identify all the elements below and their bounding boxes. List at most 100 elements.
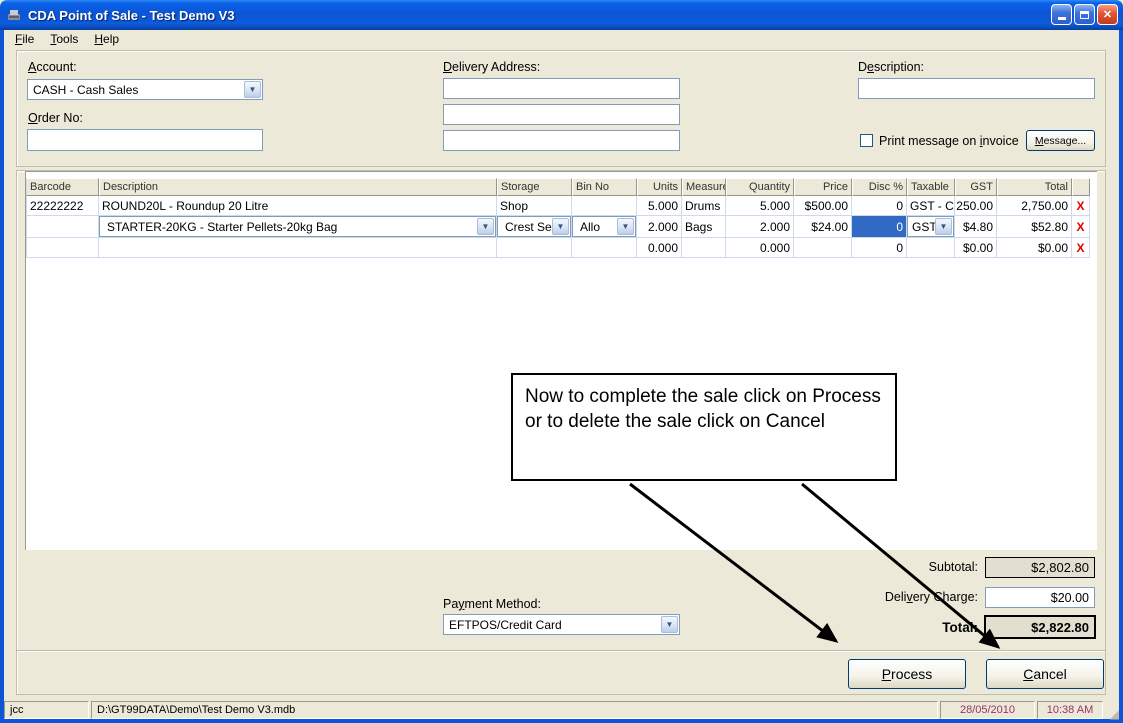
cell-taxable[interactable]: GST ▼ (907, 216, 955, 238)
subtotal-value: $2,802.80 (985, 557, 1095, 578)
cell-gst[interactable]: $4.80 (955, 216, 997, 238)
process-button[interactable]: Process (848, 659, 966, 689)
print-message-checkbox[interactable] (860, 134, 873, 147)
resize-grip[interactable]: ◢ (1105, 701, 1119, 719)
cell-total[interactable]: 2,750.00 (997, 196, 1072, 216)
footer-divider (17, 650, 1105, 652)
storage-select[interactable]: Crest See ▼ (497, 216, 571, 237)
cell-barcode[interactable] (26, 238, 99, 258)
header-gst[interactable]: GST (955, 178, 997, 196)
cell-price[interactable]: $24.00 (794, 216, 852, 238)
chevron-down-icon[interactable]: ▼ (552, 218, 569, 235)
order-no-input[interactable] (27, 129, 263, 151)
table-row: 0.000 0.000 0 $0.00 $0.00 X (26, 238, 1090, 258)
cell-disc-selected[interactable]: 0 (852, 216, 907, 238)
delete-row-button[interactable]: X (1072, 238, 1090, 258)
subtotal-label: Subtotal: (798, 560, 978, 574)
order-no-label: Order No: (28, 111, 83, 125)
cell-measure[interactable]: Bags (682, 216, 726, 238)
menu-item-help[interactable]: Help (87, 31, 126, 47)
cell-quantity[interactable]: 5.000 (726, 196, 794, 216)
delivery-charge-input[interactable]: $20.00 (985, 587, 1095, 608)
cell-units[interactable]: 0.000 (637, 238, 682, 258)
cell-measure[interactable]: Drums (682, 196, 726, 216)
header-taxable[interactable]: Taxable (907, 178, 955, 196)
chevron-down-icon[interactable]: ▼ (477, 218, 494, 235)
cell-description[interactable] (99, 238, 497, 258)
delivery-address-line-1[interactable] (443, 78, 680, 99)
header-barcode[interactable]: Barcode (26, 178, 99, 196)
header-disc[interactable]: Disc % (852, 178, 907, 196)
total-label: Total: (798, 620, 978, 635)
delete-row-button[interactable]: X (1072, 216, 1090, 238)
account-select[interactable]: CASH - Cash Sales ▼ (27, 79, 263, 100)
cell-price[interactable]: $500.00 (794, 196, 852, 216)
table-row: STARTER-20KG - Starter Pellets-20kg Bag … (26, 216, 1090, 238)
description-input[interactable] (858, 78, 1095, 99)
title-bar: CDA Point of Sale - Test Demo V3 ✕ (0, 0, 1123, 30)
message-button[interactable]: Message... (1026, 130, 1095, 151)
cell-price[interactable] (794, 238, 852, 258)
cell-measure[interactable] (682, 238, 726, 258)
cell-storage[interactable]: Crest See ▼ (497, 216, 572, 238)
chevron-down-icon[interactable]: ▼ (935, 218, 952, 235)
cell-total[interactable]: $0.00 (997, 238, 1072, 258)
description-select[interactable]: STARTER-20KG - Starter Pellets-20kg Bag … (99, 216, 496, 237)
description-label: Description: (858, 60, 924, 74)
cancel-button[interactable]: Cancel (986, 659, 1104, 689)
cell-taxable[interactable] (907, 238, 955, 258)
cell-gst[interactable]: 250.00 (955, 196, 997, 216)
cell-bin-no[interactable] (572, 238, 637, 258)
status-bar: jcc D:\GT99DATA\Demo\Test Demo V3.mdb 28… (4, 701, 1119, 719)
header-measure[interactable]: Measure (682, 178, 726, 196)
cell-taxable[interactable]: GST - C (907, 196, 955, 216)
cell-description[interactable]: STARTER-20KG - Starter Pellets-20kg Bag … (99, 216, 497, 238)
callout-text: Now to complete the sale click on Proces… (525, 386, 881, 432)
cell-barcode[interactable]: 22222222 (26, 196, 99, 216)
cell-bin-no[interactable]: Allo ▼ (572, 216, 637, 238)
cell-units[interactable]: 5.000 (637, 196, 682, 216)
cell-gst[interactable]: $0.00 (955, 238, 997, 258)
payment-method-label: Payment Method: (443, 597, 541, 611)
bin-no-select[interactable]: Allo ▼ (572, 216, 636, 237)
menu-item-file[interactable]: File (8, 31, 41, 47)
cell-barcode[interactable] (26, 216, 99, 238)
delete-row-button[interactable]: X (1072, 196, 1090, 216)
minimize-button[interactable] (1051, 4, 1072, 25)
close-button[interactable]: ✕ (1097, 4, 1118, 25)
cell-storage[interactable]: Shop (497, 196, 572, 216)
window-title: CDA Point of Sale - Test Demo V3 (28, 8, 235, 23)
status-user: jcc (4, 701, 89, 719)
delivery-address-line-3[interactable] (443, 130, 680, 151)
header-price[interactable]: Price (794, 178, 852, 196)
cell-disc[interactable]: 0 (852, 196, 907, 216)
account-label: Account: (28, 60, 77, 74)
window-border-left (0, 30, 4, 723)
chevron-down-icon[interactable]: ▼ (244, 81, 261, 98)
cell-description[interactable]: ROUND20L - Roundup 20 Litre (99, 196, 497, 216)
header-description[interactable]: Description (99, 178, 497, 196)
delivery-charge-label: Delivery Charge: (798, 590, 978, 604)
payment-method-select[interactable]: EFTPOS/Credit Card ▼ (443, 614, 680, 635)
header-storage[interactable]: Storage (497, 178, 572, 196)
cell-quantity[interactable]: 2.000 (726, 216, 794, 238)
header-units[interactable]: Units (637, 178, 682, 196)
header-quantity[interactable]: Quantity (726, 178, 794, 196)
maximize-button[interactable] (1074, 4, 1095, 25)
cell-storage[interactable] (497, 238, 572, 258)
chevron-down-icon[interactable]: ▼ (617, 218, 634, 235)
cell-disc[interactable]: 0 (852, 238, 907, 258)
header-total[interactable]: Total (997, 178, 1072, 196)
menu-item-tools[interactable]: Tools (43, 31, 85, 47)
callout-note: Now to complete the sale click on Proces… (511, 373, 897, 481)
taxable-select[interactable]: GST ▼ (907, 216, 954, 237)
delivery-address-line-2[interactable] (443, 104, 680, 125)
cell-total[interactable]: $52.80 (997, 216, 1072, 238)
chevron-down-icon[interactable]: ▼ (661, 616, 678, 633)
cell-quantity[interactable]: 0.000 (726, 238, 794, 258)
cell-units[interactable]: 2.000 (637, 216, 682, 238)
header-bin-no[interactable]: Bin No (572, 178, 637, 196)
total-value: $2,822.80 (984, 615, 1096, 639)
delivery-address-label: Delivery Address: (443, 60, 540, 74)
cell-bin-no[interactable] (572, 196, 637, 216)
